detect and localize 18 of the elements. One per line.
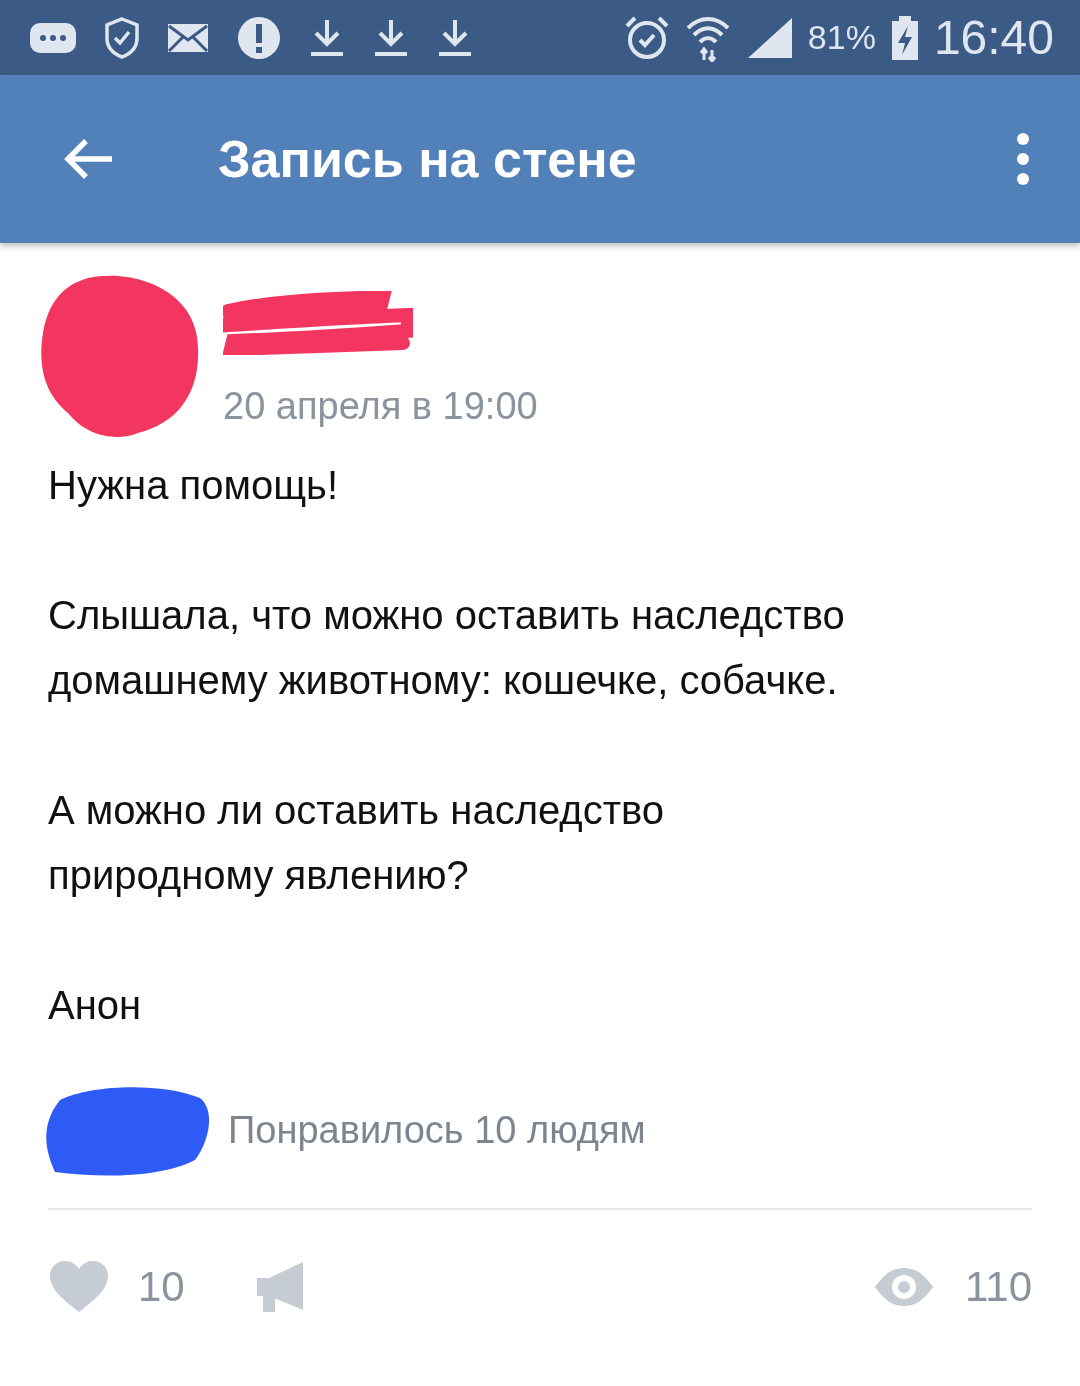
post-text: Слышала, что можно оставить наследство домашнему животному: кошечке, собачке. (48, 592, 846, 704)
alert-icon (236, 14, 282, 61)
post-text: Нужна помощь! (48, 462, 340, 509)
view-count: 110 (965, 1263, 1032, 1311)
likes-summary: Понравилось 10 людям (228, 1108, 646, 1152)
more-icon[interactable] (1016, 133, 1030, 185)
battery-charging-icon (889, 14, 920, 61)
post-date: 20 апреля в 19:00 (223, 385, 538, 428)
screen-title: Запись на стене (218, 129, 638, 189)
shield-icon (104, 15, 140, 60)
eye-icon (873, 1266, 936, 1308)
clock-time: 16:40 (933, 10, 1054, 65)
battery-percent: 81% (807, 18, 876, 57)
like-button[interactable]: 10 (48, 1260, 185, 1314)
post-text: Анон (48, 982, 143, 1029)
chat-icon (28, 20, 78, 55)
post-text: А можно ли оставить наследство природному явлению? (48, 787, 666, 899)
alarm-icon (623, 14, 670, 61)
